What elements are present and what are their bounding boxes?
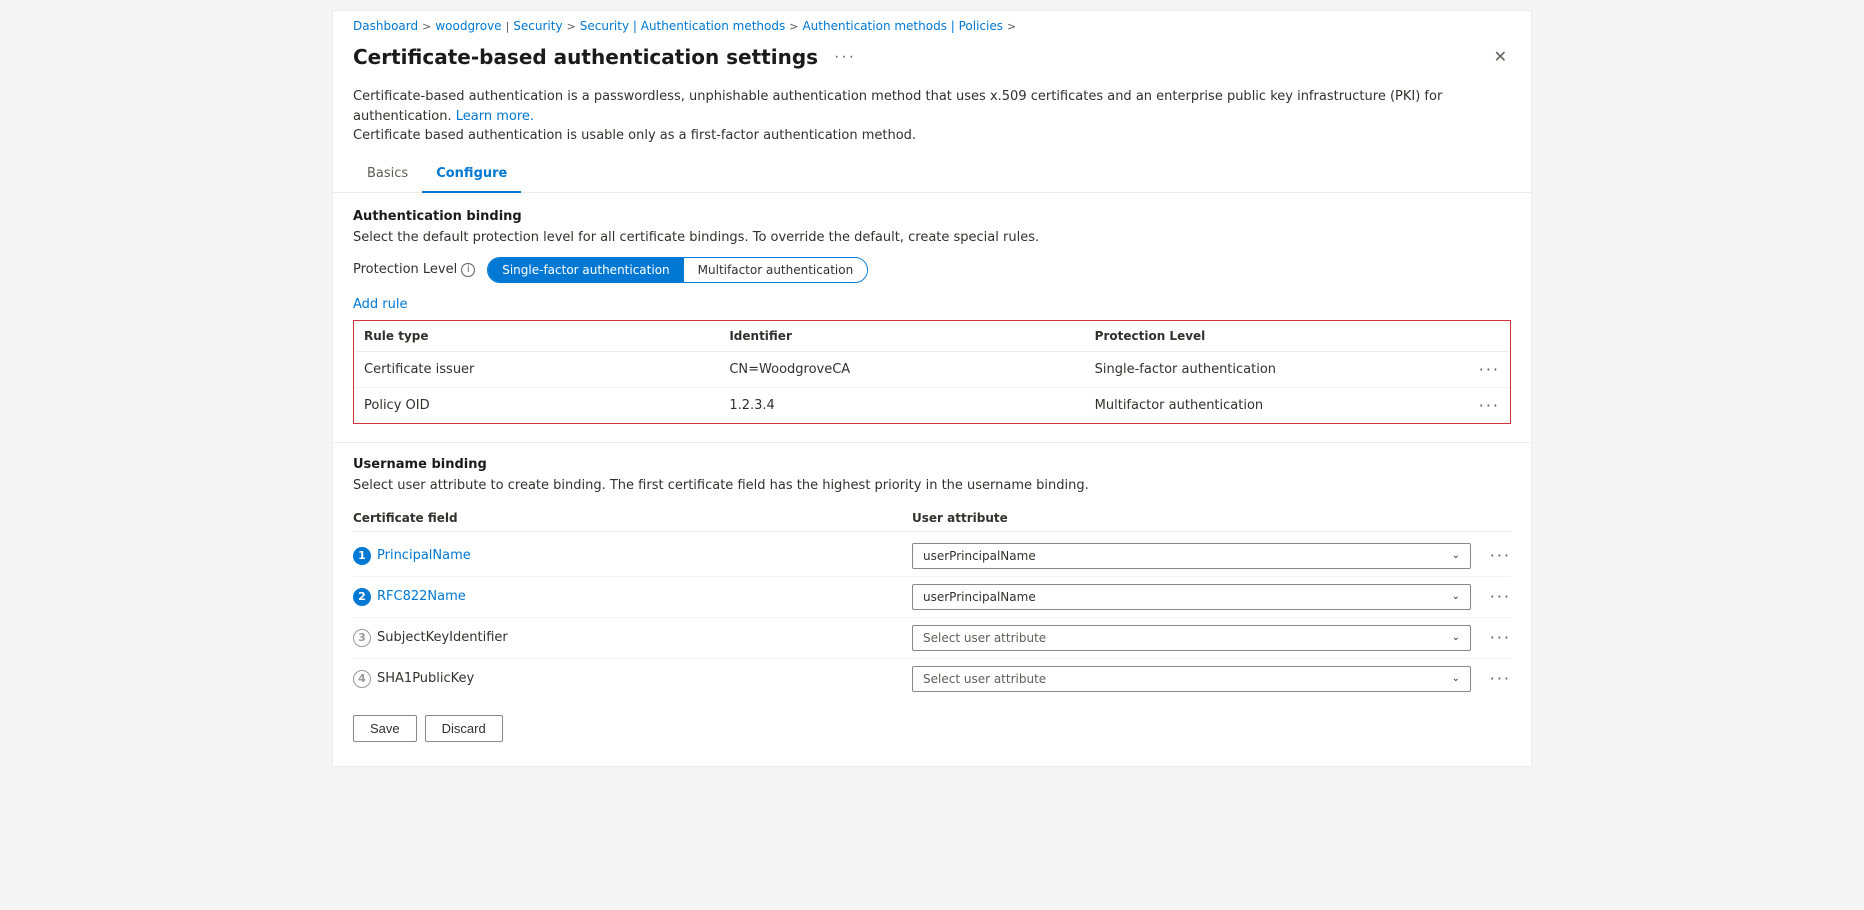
- list-item: 3 SubjectKeyIdentifier Select user attri…: [353, 618, 1511, 659]
- row-menu-2[interactable]: ···: [1460, 396, 1500, 415]
- tabs: Basics Configure: [333, 158, 1531, 193]
- auth-binding-section: Authentication binding Select the defaul…: [333, 209, 1531, 424]
- chevron-down-icon: ⌄: [1452, 632, 1460, 643]
- auth-binding-title: Authentication binding: [353, 209, 1511, 224]
- rule-type-2: Policy OID: [364, 398, 729, 413]
- learn-more-link[interactable]: Learn more.: [456, 109, 534, 124]
- chevron-down-icon: ⌄: [1452, 591, 1460, 602]
- protection-1: Single-factor authentication: [1095, 362, 1460, 377]
- more-options-button[interactable]: ···: [828, 46, 862, 68]
- footer-actions: Save Discard: [333, 699, 1531, 746]
- ub-actions-1: ···: [1471, 546, 1511, 565]
- user-attr-dropdown-4: Select user attribute ⌄: [912, 666, 1471, 692]
- ub-actions-3: ···: [1471, 628, 1511, 647]
- row-menu-ub-3[interactable]: ···: [1490, 628, 1511, 647]
- list-item: 2 RFC822Name userPrincipalName ⌄ ···: [353, 577, 1511, 618]
- list-item: 4 SHA1PublicKey Select user attribute ⌄ …: [353, 659, 1511, 699]
- chevron-down-icon: ⌄: [1452, 673, 1460, 684]
- username-binding-table: Certificate field User attribute 1 Princ…: [353, 505, 1511, 699]
- identifier-2: 1.2.3.4: [729, 398, 1094, 413]
- tab-basics[interactable]: Basics: [353, 158, 422, 193]
- description: Certificate-based authentication is a pa…: [333, 81, 1531, 158]
- protection-level-info-icon[interactable]: i: [461, 263, 475, 277]
- user-attr-dropdown-1: userPrincipalName ⌄: [912, 543, 1471, 569]
- breadcrumb: Dashboard > woodgrove | Security > Secur…: [333, 11, 1531, 37]
- user-attr-select-2[interactable]: userPrincipalName ⌄: [912, 584, 1471, 610]
- ub-col-cert-field: Certificate field: [353, 511, 912, 525]
- cert-field-text-4: SHA1PublicKey: [377, 671, 474, 686]
- row-menu-ub-4[interactable]: ···: [1490, 669, 1511, 688]
- breadcrumb-auth-methods[interactable]: Security | Authentication methods: [580, 19, 785, 33]
- tab-configure[interactable]: Configure: [422, 158, 521, 193]
- rule-type-1: Certificate issuer: [364, 362, 729, 377]
- col-rule-type: Rule type: [364, 329, 729, 343]
- row-menu-ub-2[interactable]: ···: [1490, 587, 1511, 606]
- num-badge-outline-4: 4: [353, 670, 371, 688]
- add-rule-link[interactable]: Add rule: [353, 297, 408, 312]
- panel: Dashboard > woodgrove | Security > Secur…: [332, 10, 1532, 767]
- num-badge-2: 2: [353, 588, 371, 606]
- rules-table-header: Rule type Identifier Protection Level: [354, 321, 1510, 352]
- protection-level-row: Protection Level i Single-factor authent…: [353, 257, 1511, 283]
- chevron-down-icon: ⌄: [1452, 550, 1460, 561]
- ub-col-user-attr: User attribute: [912, 511, 1471, 525]
- user-attr-select-4[interactable]: Select user attribute ⌄: [912, 666, 1471, 692]
- table-row: Certificate issuer CN=WoodgroveCA Single…: [354, 352, 1510, 388]
- ub-actions-4: ···: [1471, 669, 1511, 688]
- header-left: Certificate-based authentication setting…: [353, 45, 862, 69]
- cert-field-3: 3 SubjectKeyIdentifier: [353, 629, 912, 647]
- rules-table: Rule type Identifier Protection Level Ce…: [353, 320, 1511, 424]
- username-binding-section: Username binding Select user attribute t…: [333, 457, 1531, 699]
- num-badge-1: 1: [353, 547, 371, 565]
- table-row: Policy OID 1.2.3.4 Multifactor authentic…: [354, 388, 1510, 423]
- identifier-1: CN=WoodgroveCA: [729, 362, 1094, 377]
- description-text-2: Certificate based authentication is usab…: [353, 128, 916, 143]
- cert-field-text-3: SubjectKeyIdentifier: [377, 630, 508, 645]
- page-title: Certificate-based authentication setting…: [353, 45, 818, 69]
- breadcrumb-policies[interactable]: Authentication methods | Policies: [802, 19, 1003, 33]
- user-attr-dropdown-2: userPrincipalName ⌄: [912, 584, 1471, 610]
- row-menu-ub-1[interactable]: ···: [1490, 546, 1511, 565]
- save-button[interactable]: Save: [353, 715, 417, 742]
- num-badge-outline-3: 3: [353, 629, 371, 647]
- list-item: 1 PrincipalName userPrincipalName ⌄ ···: [353, 536, 1511, 577]
- cert-field-link-2[interactable]: RFC822Name: [377, 589, 466, 604]
- cert-field-2: 2 RFC822Name: [353, 588, 912, 606]
- protection-level-label: Protection Level i: [353, 262, 475, 277]
- username-binding-title: Username binding: [353, 457, 1511, 472]
- cert-field-link-1[interactable]: PrincipalName: [377, 548, 471, 563]
- user-attr-select-1[interactable]: userPrincipalName ⌄: [912, 543, 1471, 569]
- ub-actions-2: ···: [1471, 587, 1511, 606]
- protection-2: Multifactor authentication: [1095, 398, 1460, 413]
- cert-field-4: 4 SHA1PublicKey: [353, 670, 912, 688]
- breadcrumb-security[interactable]: Security: [513, 19, 562, 33]
- row-menu-1[interactable]: ···: [1460, 360, 1500, 379]
- user-attr-dropdown-3: Select user attribute ⌄: [912, 625, 1471, 651]
- breadcrumb-dashboard[interactable]: Dashboard: [353, 19, 418, 33]
- col-protection-level: Protection Level: [1095, 329, 1460, 343]
- discard-button[interactable]: Discard: [425, 715, 503, 742]
- header-row: Certificate-based authentication setting…: [333, 37, 1531, 81]
- toggle-single-factor[interactable]: Single-factor authentication: [488, 258, 683, 282]
- col-identifier: Identifier: [729, 329, 1094, 343]
- cert-field-1: 1 PrincipalName: [353, 547, 912, 565]
- page-wrapper: Dashboard > woodgrove | Security > Secur…: [0, 10, 1864, 910]
- toggle-multifactor[interactable]: Multifactor authentication: [684, 258, 868, 282]
- breadcrumb-woodgrove[interactable]: woodgrove: [435, 19, 501, 33]
- user-attr-select-3[interactable]: Select user attribute ⌄: [912, 625, 1471, 651]
- close-button[interactable]: ✕: [1490, 43, 1511, 71]
- ub-table-header: Certificate field User attribute: [353, 505, 1511, 532]
- protection-toggle-group: Single-factor authentication Multifactor…: [487, 257, 868, 283]
- username-binding-desc: Select user attribute to create binding.…: [353, 478, 1511, 493]
- auth-binding-desc: Select the default protection level for …: [353, 230, 1511, 245]
